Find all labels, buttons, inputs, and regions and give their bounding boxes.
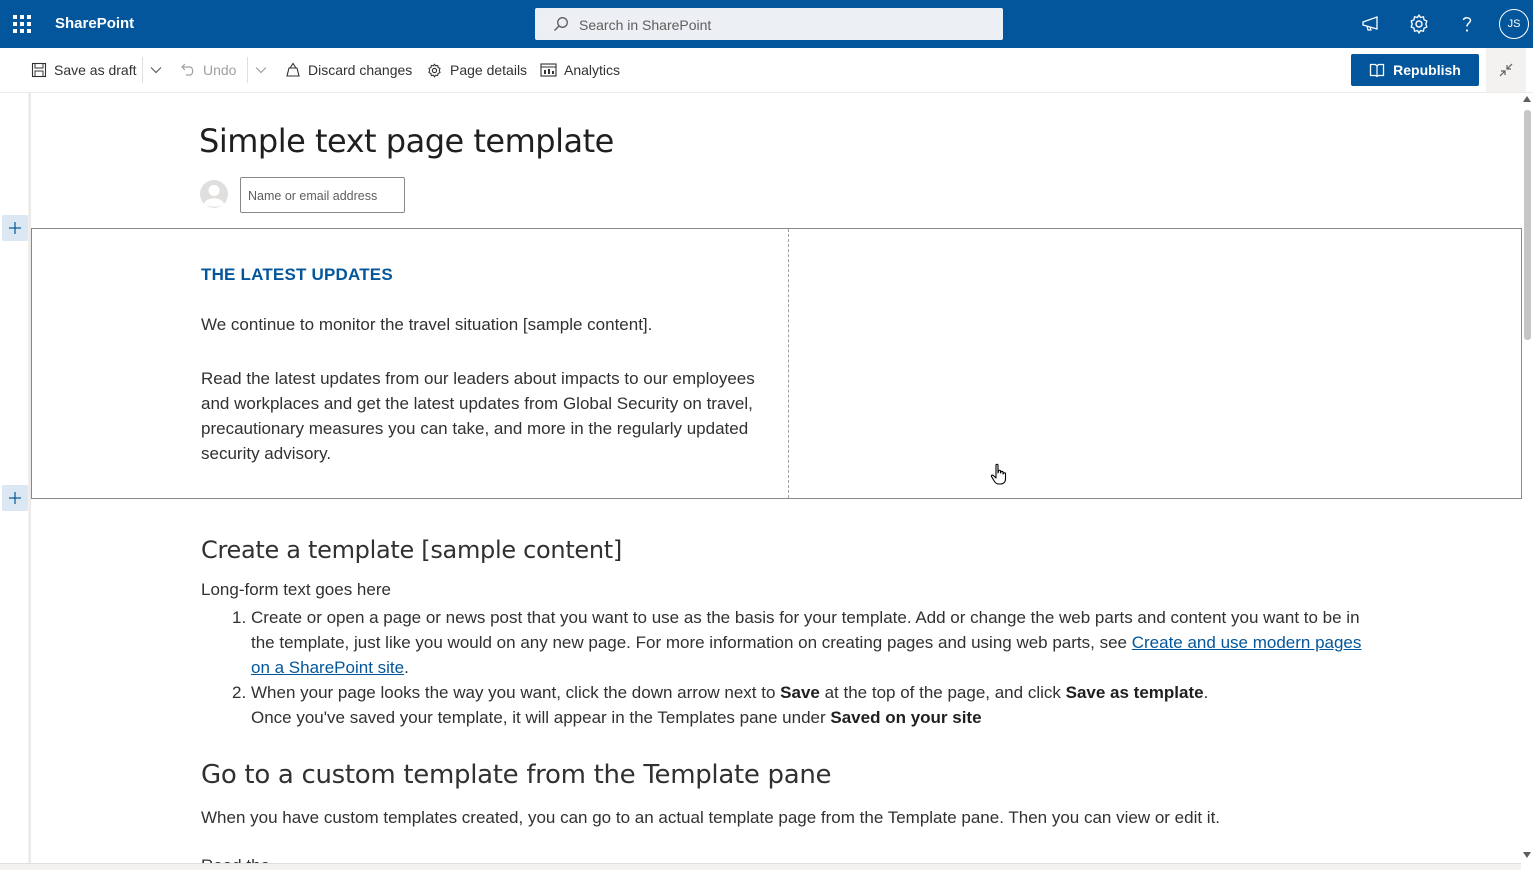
- republish-button[interactable]: Republish: [1351, 54, 1479, 86]
- collapse-toolbar-button[interactable]: [1486, 48, 1526, 92]
- app-launcher-icon[interactable]: [12, 14, 32, 34]
- megaphone-icon[interactable]: [1359, 12, 1383, 36]
- list-item-text: .: [1203, 683, 1209, 702]
- help-icon[interactable]: [1455, 12, 1479, 36]
- collapse-arrows-icon: [1499, 63, 1513, 77]
- section-heading[interactable]: THE LATEST UPDATES: [201, 265, 393, 285]
- analytics-label: Analytics: [564, 62, 621, 78]
- author-input-placeholder: Name or email address: [248, 189, 378, 203]
- brand-name[interactable]: SharePoint: [55, 15, 134, 32]
- save-as-draft-label: Save as draft: [54, 62, 137, 78]
- author-avatar-icon: [200, 180, 228, 208]
- book-open-icon: [1370, 63, 1385, 78]
- undo-icon: [181, 63, 194, 76]
- discard-changes-button[interactable]: Discard changes: [285, 59, 412, 81]
- discard-icon: [286, 62, 300, 77]
- numbered-list[interactable]: 1. Create or open a page or news post th…: [232, 605, 1377, 730]
- hand-pointer-cursor-icon: [990, 463, 1007, 485]
- text-paragraph[interactable]: We continue to monitor the travel situat…: [201, 315, 652, 335]
- page-details-gear-icon: [428, 63, 441, 77]
- list-item-text: at the top of the page, and click: [819, 683, 1066, 702]
- undo-button[interactable]: Undo: [180, 59, 236, 81]
- list-number: 1.: [232, 608, 247, 627]
- intro-text[interactable]: Long-form text goes here: [201, 580, 391, 600]
- republish-label: Republish: [1393, 62, 1461, 78]
- list-number: 2.: [232, 683, 247, 702]
- list-item[interactable]: 1. Create or open a page or news post th…: [232, 605, 1377, 680]
- bold-text: Save as template: [1065, 683, 1204, 702]
- undo-options-chevron-down-icon[interactable]: [255, 64, 267, 76]
- plus-icon: [9, 222, 21, 234]
- search-box[interactable]: Search in SharePoint: [535, 8, 1003, 40]
- section-heading[interactable]: Create a template [sample content]: [201, 536, 622, 564]
- bold-text: Saved on your site: [830, 708, 982, 727]
- search-input[interactable]: Search in SharePoint: [579, 17, 711, 33]
- text-paragraph[interactable]: Read the latest updates from our leaders…: [201, 366, 771, 466]
- add-section-button[interactable]: [2, 215, 28, 241]
- partially-visible-text: Read the: [201, 856, 270, 863]
- author-input[interactable]: Name or email address: [240, 177, 405, 213]
- horizontal-scrollbar[interactable]: [0, 863, 1521, 870]
- save-as-draft-button[interactable]: Save as draft: [31, 59, 137, 81]
- analytics-button[interactable]: Analytics: [540, 59, 620, 81]
- scroll-down-arrow-icon[interactable]: [1523, 852, 1531, 858]
- search-icon: [554, 17, 568, 31]
- undo-label: Undo: [203, 62, 237, 78]
- save-options-chevron-down-icon[interactable]: [150, 64, 162, 76]
- user-avatar[interactable]: JS: [1499, 9, 1529, 39]
- page-details-button[interactable]: Page details: [426, 59, 527, 81]
- column-divider: [788, 229, 789, 498]
- section-heading[interactable]: Go to a custom template from the Templat…: [201, 760, 832, 790]
- analytics-chart-icon: [540, 63, 557, 77]
- list-item[interactable]: 2. When your page looks the way you want…: [232, 680, 1377, 730]
- list-item-text: Once you've saved your template, it will…: [251, 708, 831, 727]
- list-item-text: When your page looks the way you want, c…: [251, 683, 781, 702]
- discard-changes-label: Discard changes: [308, 62, 413, 78]
- scrollbar-thumb[interactable]: [1524, 110, 1531, 340]
- page-title[interactable]: Simple text page template: [199, 122, 614, 160]
- add-section-button[interactable]: [2, 485, 28, 511]
- divider: [247, 57, 248, 83]
- plus-icon: [9, 492, 21, 504]
- divider: [142, 57, 143, 83]
- page-details-label: Page details: [450, 62, 528, 78]
- bold-text: Save: [780, 683, 820, 702]
- settings-gear-icon[interactable]: [1407, 12, 1431, 36]
- save-icon: [31, 62, 47, 78]
- scroll-up-arrow-icon[interactable]: [1523, 96, 1531, 102]
- text-paragraph[interactable]: When you have custom templates created, …: [201, 808, 1220, 828]
- list-item-text: .: [404, 658, 409, 677]
- suite-bar: SharePoint Search in SharePoint JS: [0, 0, 1533, 48]
